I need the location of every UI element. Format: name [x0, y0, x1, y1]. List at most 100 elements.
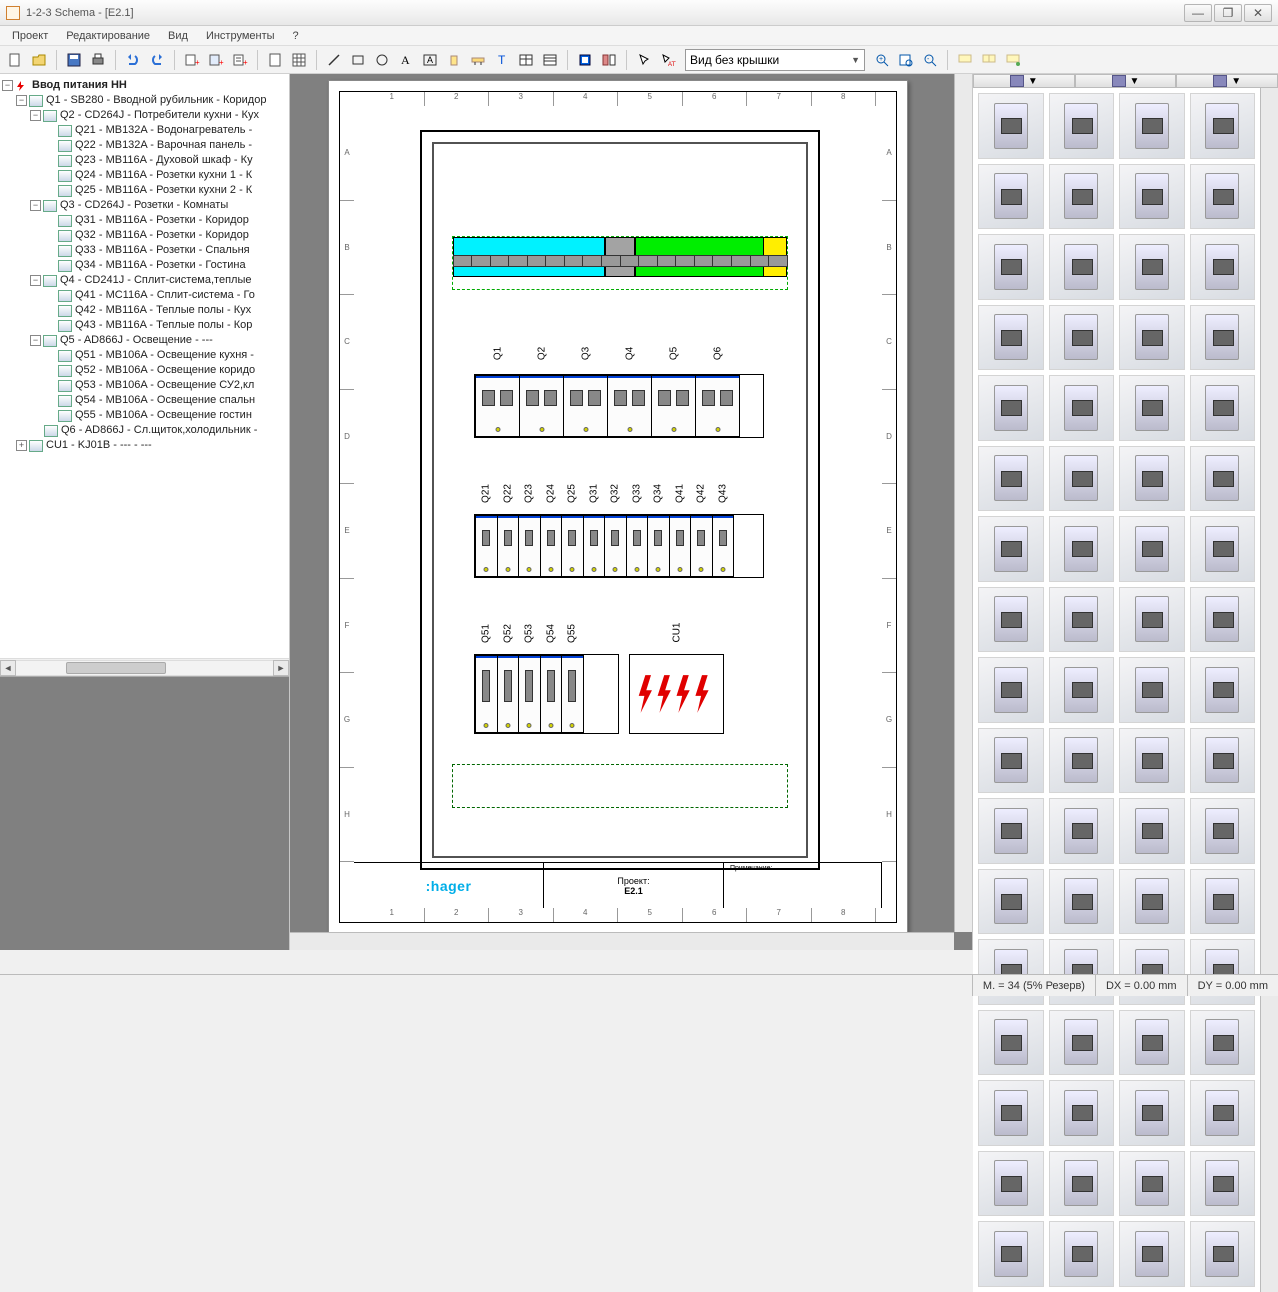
tree-expander[interactable]: − [16, 95, 27, 106]
drawing-canvas[interactable]: 12345678 12345678 ABCDEFGH ABCDEFGH Q1Q2… [290, 74, 972, 950]
library-part[interactable] [1119, 305, 1185, 371]
library-part[interactable] [978, 869, 1044, 935]
menu-project[interactable]: Проект [4, 28, 56, 44]
breaker-Q31[interactable]: Q31 [583, 515, 606, 577]
library-part[interactable] [978, 234, 1044, 300]
library-part[interactable] [1049, 798, 1115, 864]
breaker-Q22[interactable]: Q22 [497, 515, 520, 577]
tool-panel1[interactable] [574, 49, 596, 71]
library-part[interactable] [978, 446, 1044, 512]
scroll-thumb[interactable] [66, 662, 166, 674]
library-part[interactable] [1119, 587, 1185, 653]
library-part[interactable] [1190, 869, 1256, 935]
library-part[interactable] [978, 305, 1044, 371]
breaker-Q51[interactable]: Q51 [475, 655, 498, 733]
tool-add2[interactable]: + [205, 49, 227, 71]
din-row-3[interactable]: Q51Q52Q53Q54Q55 [474, 654, 619, 734]
tool-list[interactable] [539, 49, 561, 71]
library-part[interactable] [1049, 516, 1115, 582]
library-part[interactable] [1049, 1221, 1115, 1287]
tree-horizontal-scrollbar[interactable]: ◄ ► [0, 658, 289, 676]
breaker-Q24[interactable]: Q24 [540, 515, 563, 577]
enclosure-outline[interactable]: Q1Q2Q3Q4Q5Q6 Q21Q22Q23Q24Q25Q31Q32Q33Q34… [420, 130, 820, 870]
library-part[interactable] [1190, 728, 1256, 794]
library-part[interactable] [978, 587, 1044, 653]
window-minimize-button[interactable]: — [1184, 4, 1212, 22]
library-part[interactable] [978, 516, 1044, 582]
library-part[interactable] [978, 1010, 1044, 1076]
library-part[interactable] [1119, 164, 1185, 230]
tool-add1[interactable]: + [181, 49, 203, 71]
palette-tab-2[interactable]: ▼ [1075, 74, 1177, 88]
tool-label1[interactable] [954, 49, 976, 71]
zoom-out-button[interactable]: - [919, 49, 941, 71]
tool-t[interactable]: T [491, 49, 513, 71]
palette-tab-1[interactable]: ▼ [973, 74, 1075, 88]
library-part[interactable] [978, 375, 1044, 441]
breaker-Q6[interactable]: Q6 [695, 375, 740, 437]
tool-label2[interactable] [978, 49, 1000, 71]
library-part[interactable] [1049, 164, 1115, 230]
library-part[interactable] [1119, 1221, 1185, 1287]
breaker-Q1[interactable]: Q1 [475, 375, 520, 437]
menu-help[interactable]: ? [285, 28, 307, 44]
tree-expander[interactable]: − [30, 200, 41, 211]
library-part[interactable] [1190, 375, 1256, 441]
library-part[interactable] [978, 728, 1044, 794]
library-part[interactable] [1119, 375, 1185, 441]
menu-view[interactable]: Вид [160, 28, 196, 44]
breaker-Q41[interactable]: Q41 [669, 515, 692, 577]
tree-expander[interactable]: − [2, 80, 13, 91]
breaker-Q34[interactable]: Q34 [647, 515, 670, 577]
tree-expander[interactable]: − [30, 275, 41, 286]
tool-device[interactable] [443, 49, 465, 71]
library-part[interactable] [978, 1221, 1044, 1287]
breaker-Q54[interactable]: Q54 [540, 655, 563, 733]
open-button[interactable] [28, 49, 50, 71]
breaker-Q2[interactable]: Q2 [519, 375, 564, 437]
breaker-Q53[interactable]: Q53 [518, 655, 541, 733]
din-row-1[interactable]: Q1Q2Q3Q4Q5Q6 [474, 374, 764, 438]
library-part[interactable] [1190, 516, 1256, 582]
library-part[interactable] [1190, 164, 1256, 230]
terminal-block-selected[interactable] [452, 236, 788, 290]
empty-din-row[interactable] [452, 764, 788, 808]
breaker-Q32[interactable]: Q32 [604, 515, 627, 577]
library-part[interactable] [1119, 1151, 1185, 1217]
cu-device[interactable]: CU1 [629, 654, 724, 734]
library-part[interactable] [1119, 516, 1185, 582]
library-part[interactable] [1049, 234, 1115, 300]
new-button[interactable] [4, 49, 26, 71]
zoom-in-button[interactable]: + [871, 49, 893, 71]
library-part[interactable] [1190, 1010, 1256, 1076]
scroll-right-arrow[interactable]: ► [273, 660, 289, 676]
save-button[interactable] [63, 49, 85, 71]
tool-rect[interactable] [347, 49, 369, 71]
library-part[interactable] [1049, 1080, 1115, 1146]
tree-expander[interactable]: − [30, 335, 41, 346]
library-part[interactable] [978, 1151, 1044, 1217]
print-button[interactable] [87, 49, 109, 71]
library-part[interactable] [1119, 446, 1185, 512]
library-part[interactable] [1190, 234, 1256, 300]
library-part[interactable] [1119, 234, 1185, 300]
tool-circle[interactable] [371, 49, 393, 71]
tool-panel2[interactable] [598, 49, 620, 71]
scroll-left-arrow[interactable]: ◄ [0, 660, 16, 676]
library-part[interactable] [1190, 1080, 1256, 1146]
project-tree[interactable]: −Ввод питания НН −Q1 - SB280 - Вводной р… [0, 74, 289, 658]
library-part[interactable] [978, 164, 1044, 230]
breaker-Q52[interactable]: Q52 [497, 655, 520, 733]
breaker-Q23[interactable]: Q23 [518, 515, 541, 577]
library-part[interactable] [1049, 869, 1115, 935]
menu-edit[interactable]: Редактирование [58, 28, 158, 44]
breaker-Q4[interactable]: Q4 [607, 375, 652, 437]
tree-expander[interactable]: − [30, 110, 41, 121]
library-part[interactable] [978, 93, 1044, 159]
library-part[interactable] [1119, 798, 1185, 864]
tool-text-box[interactable]: A [419, 49, 441, 71]
breaker-Q21[interactable]: Q21 [475, 515, 498, 577]
library-part[interactable] [1119, 869, 1185, 935]
menu-tools[interactable]: Инструменты [198, 28, 283, 44]
palette-vertical-scrollbar[interactable] [1260, 88, 1278, 1292]
